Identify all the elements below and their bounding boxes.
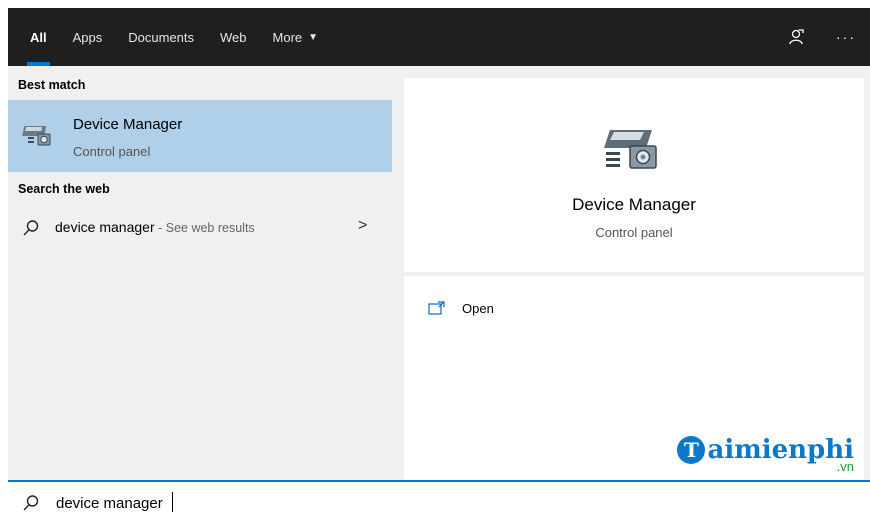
best-match-item[interactable]: Device Manager Control panel bbox=[8, 100, 392, 172]
watermark-text: aimienphi bbox=[707, 435, 854, 465]
tab-label: Apps bbox=[72, 29, 103, 45]
search-filter-bar: All Apps Documents Web More ▼ ··· bbox=[8, 8, 870, 66]
feedback-icon bbox=[789, 29, 804, 45]
tab-label: All bbox=[30, 29, 47, 45]
chevron-right-icon[interactable]: > bbox=[358, 217, 367, 235]
text-cursor bbox=[172, 492, 173, 512]
device-manager-icon bbox=[22, 126, 51, 146]
search-icon bbox=[23, 220, 39, 236]
search-icon bbox=[23, 495, 39, 511]
device-manager-large-icon bbox=[604, 130, 657, 169]
search-bar bbox=[8, 480, 870, 523]
open-action[interactable]: Open bbox=[428, 296, 494, 320]
search-input[interactable] bbox=[54, 490, 658, 516]
tab-label: More bbox=[272, 29, 303, 45]
web-result-text: device manager - See web results bbox=[55, 219, 255, 235]
more-options-button[interactable]: ··· bbox=[834, 25, 858, 49]
best-match-heading: Best match bbox=[18, 78, 86, 92]
tab-label: Web bbox=[220, 29, 247, 45]
tab-label: Documents bbox=[128, 29, 195, 45]
best-match-subtitle: Control panel bbox=[73, 144, 151, 159]
tab-web[interactable]: Web bbox=[220, 8, 247, 66]
web-suffix: - See web results bbox=[154, 221, 255, 235]
open-label: Open bbox=[462, 300, 494, 316]
actions-card: Open Taimienphi .vn bbox=[404, 276, 864, 480]
preview-panel: Device Manager Control panel Open Taimie… bbox=[404, 66, 870, 480]
results-panel: Best match Device Manager Control panel … bbox=[8, 66, 404, 480]
tab-apps[interactable]: Apps bbox=[73, 8, 103, 66]
preview-subtitle: Control panel bbox=[595, 225, 673, 240]
search-web-heading: Search the web bbox=[18, 182, 110, 196]
open-icon bbox=[428, 301, 445, 315]
watermark-logo: Taimienphi .vn bbox=[677, 435, 854, 474]
tab-more[interactable]: More ▼ bbox=[273, 8, 319, 66]
web-query: device manager bbox=[55, 219, 155, 235]
web-result-item[interactable]: device manager - See web results > bbox=[8, 210, 392, 246]
best-match-title: Device Manager bbox=[73, 116, 183, 133]
filter-tabs: All Apps Documents Web More ▼ bbox=[27, 8, 344, 66]
more-options-icon: ··· bbox=[836, 29, 856, 45]
feedback-button[interactable] bbox=[784, 25, 808, 49]
preview-card: Device Manager Control panel bbox=[404, 78, 864, 272]
tab-documents[interactable]: Documents bbox=[128, 8, 194, 66]
top-actions: ··· bbox=[784, 8, 858, 66]
tab-all[interactable]: All bbox=[27, 8, 50, 66]
caret-down-icon: ▼ bbox=[308, 31, 319, 43]
preview-title: Device Manager bbox=[572, 195, 696, 214]
search-window: All Apps Documents Web More ▼ ··· Best ma… bbox=[8, 0, 870, 523]
